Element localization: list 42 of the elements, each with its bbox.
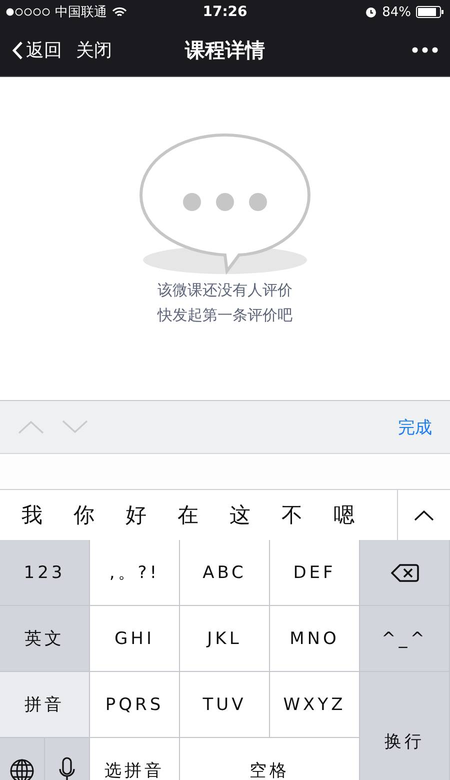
- microphone-icon[interactable]: [58, 756, 76, 780]
- back-button[interactable]: 返回: [12, 38, 62, 62]
- keyboard-key[interactable]: ,。?!: [90, 540, 180, 605]
- keyboard-key[interactable]: 英文: [0, 606, 90, 671]
- signal-icon: [6, 8, 50, 16]
- space-key[interactable]: 空格: [180, 738, 360, 780]
- carrier-name: 中国联通: [55, 4, 107, 21]
- chevron-left-icon: [12, 40, 23, 60]
- alarm-icon: [365, 6, 378, 18]
- candidate-word[interactable]: 你: [58, 501, 110, 529]
- chevron-up-icon[interactable]: [414, 510, 434, 520]
- battery-percent: 84%: [382, 4, 412, 20]
- keyboard-key[interactable]: MNO: [270, 606, 360, 671]
- status-time: 17:26: [202, 4, 248, 20]
- candidate-word[interactable]: 嗯: [318, 501, 370, 529]
- keyboard-key[interactable]: 选拼音: [90, 738, 180, 780]
- done-button[interactable]: 完成: [398, 416, 432, 438]
- backspace-icon[interactable]: [390, 562, 418, 582]
- battery-icon: [416, 6, 444, 18]
- keyboard-key[interactable]: PQRS: [90, 672, 180, 737]
- candidate-word[interactable]: 这: [214, 501, 266, 529]
- candidate-word[interactable]: 我: [6, 501, 58, 529]
- keyboard-key[interactable]: ABC: [180, 540, 270, 605]
- close-button[interactable]: 关闭: [76, 38, 112, 62]
- keyboard-key[interactable]: DEF: [270, 540, 360, 605]
- keyboard-key[interactable]: TUV: [180, 672, 270, 737]
- candidate-word[interactable]: 不: [266, 501, 318, 529]
- empty-message: 该微课还没有人评价: [158, 280, 292, 301]
- keyboard-key[interactable]: ^_^: [360, 606, 450, 671]
- return-key[interactable]: 换行: [360, 672, 450, 780]
- keyboard-key[interactable]: GHI: [90, 606, 180, 671]
- candidate-word[interactable]: 在: [162, 501, 214, 529]
- page-title: 课程详情: [185, 36, 265, 64]
- wifi-icon: [112, 6, 127, 18]
- keyboard-key[interactable]: WXYZ: [270, 672, 360, 737]
- candidate-word[interactable]: 好: [110, 501, 162, 529]
- empty-message: 快发起第一条评价吧: [158, 305, 292, 326]
- more-icon[interactable]: [412, 47, 438, 53]
- keyboard-key[interactable]: 123: [0, 540, 90, 605]
- globe-icon[interactable]: [9, 758, 35, 780]
- keyboard-key[interactable]: JKL: [180, 606, 270, 671]
- keyboard-key[interactable]: 拼音: [0, 672, 90, 737]
